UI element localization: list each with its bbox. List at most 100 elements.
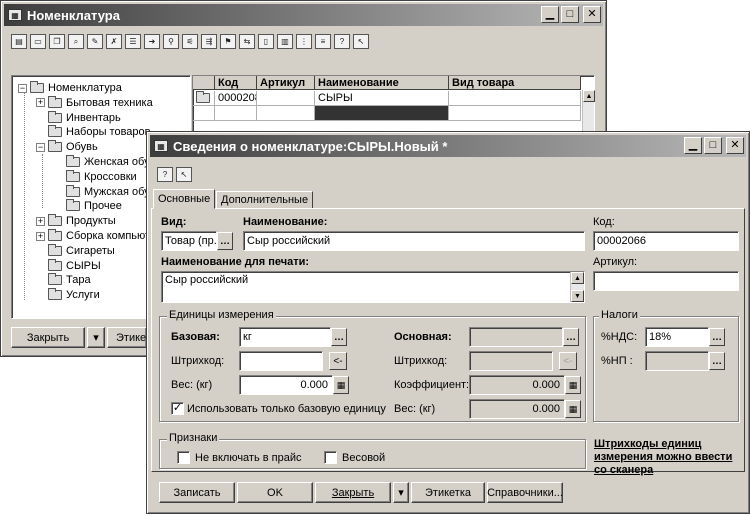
- tree-item[interactable]: + Сборка компьют: [36, 229, 150, 243]
- col-header-code[interactable]: Код: [215, 76, 257, 90]
- delete-icon[interactable]: ✗: [106, 34, 122, 49]
- ok-button[interactable]: OK: [237, 482, 313, 503]
- grid-cell-article[interactable]: [257, 91, 315, 106]
- references-button[interactable]: Справочники...: [487, 482, 563, 503]
- document-icon[interactable]: ▯: [258, 34, 274, 49]
- back-label-button[interactable]: Этике: [107, 327, 147, 348]
- close-button[interactable]: ✕: [726, 137, 744, 154]
- mark-icon[interactable]: ☰: [125, 34, 141, 49]
- maximize-button[interactable]: □: [704, 137, 722, 154]
- tree-item[interactable]: + Продукты: [36, 214, 116, 228]
- expand-icon[interactable]: +: [36, 231, 45, 241]
- main-weight-calc-button[interactable]: ▦: [565, 400, 581, 418]
- coef-field[interactable]: 0.000: [469, 375, 565, 395]
- filter-icon[interactable]: ⚲: [163, 34, 179, 49]
- grid-scrollbar[interactable]: ▲: [582, 90, 595, 134]
- weighted-label[interactable]: Весовой: [342, 452, 385, 464]
- copy-icon[interactable]: ❐: [49, 34, 65, 49]
- tree-item[interactable]: Услуги: [36, 288, 100, 302]
- np-field[interactable]: [645, 351, 709, 371]
- tree-item[interactable]: Тара: [36, 273, 91, 287]
- only-base-label[interactable]: Использовать только базовую единицу: [187, 403, 386, 415]
- main-unit-select-button[interactable]: …: [563, 328, 579, 346]
- tree-icon[interactable]: ⚑: [220, 34, 236, 49]
- tree-item[interactable]: − Обувь: [36, 140, 98, 154]
- new-icon[interactable]: ▤: [11, 34, 27, 49]
- maximize-button[interactable]: □: [561, 6, 579, 23]
- minimize-button[interactable]: ▁: [541, 6, 559, 23]
- close-button[interactable]: ✕: [583, 6, 601, 23]
- scroll-up-icon[interactable]: ▲: [571, 272, 584, 284]
- main-unit-field[interactable]: [469, 327, 563, 347]
- grid-selected-cell[interactable]: [315, 106, 449, 121]
- grid-cell-kind[interactable]: [449, 91, 581, 106]
- back-close-dropdown[interactable]: ▾: [87, 327, 105, 348]
- tree-item[interactable]: + Бытовая техника: [36, 95, 153, 110]
- label-button[interactable]: Этикетка: [411, 482, 485, 503]
- collapse-icon[interactable]: −: [18, 83, 27, 93]
- expand-icon[interactable]: +: [36, 216, 45, 226]
- list-icon[interactable]: ≡: [315, 34, 331, 49]
- grid-empty-row[interactable]: [193, 106, 215, 121]
- nomenclature-titlebar[interactable]: ▦ Номенклатура ▁ □ ✕: [4, 4, 603, 26]
- report-icon[interactable]: ▥: [277, 34, 293, 49]
- vat-field[interactable]: 18%: [645, 327, 709, 347]
- tab-main[interactable]: Основные: [153, 189, 216, 209]
- edit-icon[interactable]: ✎: [87, 34, 103, 49]
- back-close-button[interactable]: Закрыть: [11, 327, 85, 348]
- print-name-scrollbar[interactable]: ▲ ▼: [570, 272, 584, 302]
- col-header-article[interactable]: Артикул: [257, 76, 315, 90]
- find-icon[interactable]: ⌕: [68, 34, 84, 49]
- context-help-icon[interactable]: ↖: [176, 167, 192, 182]
- new-folder-icon[interactable]: ▭: [30, 34, 46, 49]
- kind-select-button[interactable]: …: [217, 232, 233, 250]
- exclude-price-label[interactable]: Не включать в прайс: [195, 452, 302, 464]
- tree-item[interactable]: Инвентарь: [36, 110, 121, 125]
- expand-icon[interactable]: +: [36, 98, 45, 108]
- grid-empty-cell[interactable]: [257, 106, 315, 121]
- details-titlebar[interactable]: ▦ Сведения о номенклатуре:СЫРЫ.Новый * ▁…: [150, 135, 746, 157]
- move-icon[interactable]: ➜: [144, 34, 160, 49]
- hierarchy-icon[interactable]: ⋮: [296, 34, 312, 49]
- minimize-button[interactable]: ▁: [684, 137, 702, 154]
- weighted-checkbox[interactable]: [324, 451, 337, 464]
- barcode-field[interactable]: [239, 351, 323, 371]
- tree-item[interactable]: Прочее: [54, 199, 122, 213]
- print-name-field[interactable]: Сыр российский ▲ ▼: [161, 271, 585, 303]
- code-field[interactable]: 00002066: [593, 231, 739, 251]
- grid-cell-name[interactable]: СЫРЫ: [315, 91, 449, 106]
- tree-item[interactable]: Наборы товаров: [36, 125, 151, 139]
- main-weight-field[interactable]: 0.000: [469, 399, 565, 419]
- exclude-price-checkbox[interactable]: [177, 451, 190, 464]
- tree-item[interactable]: Сигареты: [36, 243, 115, 258]
- tree-item[interactable]: Кроссовки: [54, 169, 137, 184]
- vat-select-button[interactable]: …: [709, 328, 725, 346]
- help-icon[interactable]: ?: [157, 167, 173, 182]
- tab-additional[interactable]: Дополнительные: [216, 191, 314, 209]
- col-header-kind[interactable]: Вид товара: [449, 76, 581, 90]
- coef-calc-button[interactable]: ▦: [565, 376, 581, 394]
- close-dropdown-button[interactable]: ▾: [393, 482, 409, 503]
- kind-field[interactable]: Товар (пр.: [161, 231, 217, 251]
- only-base-checkbox[interactable]: ✓: [171, 402, 184, 415]
- scroll-down-icon[interactable]: ▼: [571, 290, 584, 302]
- tree-item[interactable]: Мужская обу: [54, 184, 150, 199]
- collapse-icon[interactable]: −: [36, 142, 45, 152]
- base-unit-field[interactable]: кг: [239, 327, 331, 347]
- save-button[interactable]: Записать: [159, 482, 235, 503]
- weight-field[interactable]: 0.000: [239, 375, 333, 395]
- context-help-icon[interactable]: ↖: [353, 34, 369, 49]
- tree-item[interactable]: − Номенклатура: [18, 81, 122, 95]
- scroll-up-icon[interactable]: ▲: [583, 90, 595, 102]
- grid-empty-cell[interactable]: [449, 106, 581, 121]
- col-header-name[interactable]: Наименование: [315, 76, 449, 90]
- base-unit-select-button[interactable]: …: [331, 328, 347, 346]
- filter-set-icon[interactable]: ⚟: [182, 34, 198, 49]
- barcode-scan-button[interactable]: <-: [329, 352, 347, 370]
- weight-calc-button[interactable]: ▦: [333, 376, 349, 394]
- close-form-button[interactable]: Закрыть: [315, 482, 391, 503]
- tree-item[interactable]: Женская обу: [54, 155, 150, 169]
- article-field[interactable]: [593, 271, 739, 291]
- grid-cell-code[interactable]: 0000208: [215, 91, 257, 106]
- barcode-scanner-link[interactable]: Штрихкоды единиц измерения можно ввести …: [594, 438, 732, 477]
